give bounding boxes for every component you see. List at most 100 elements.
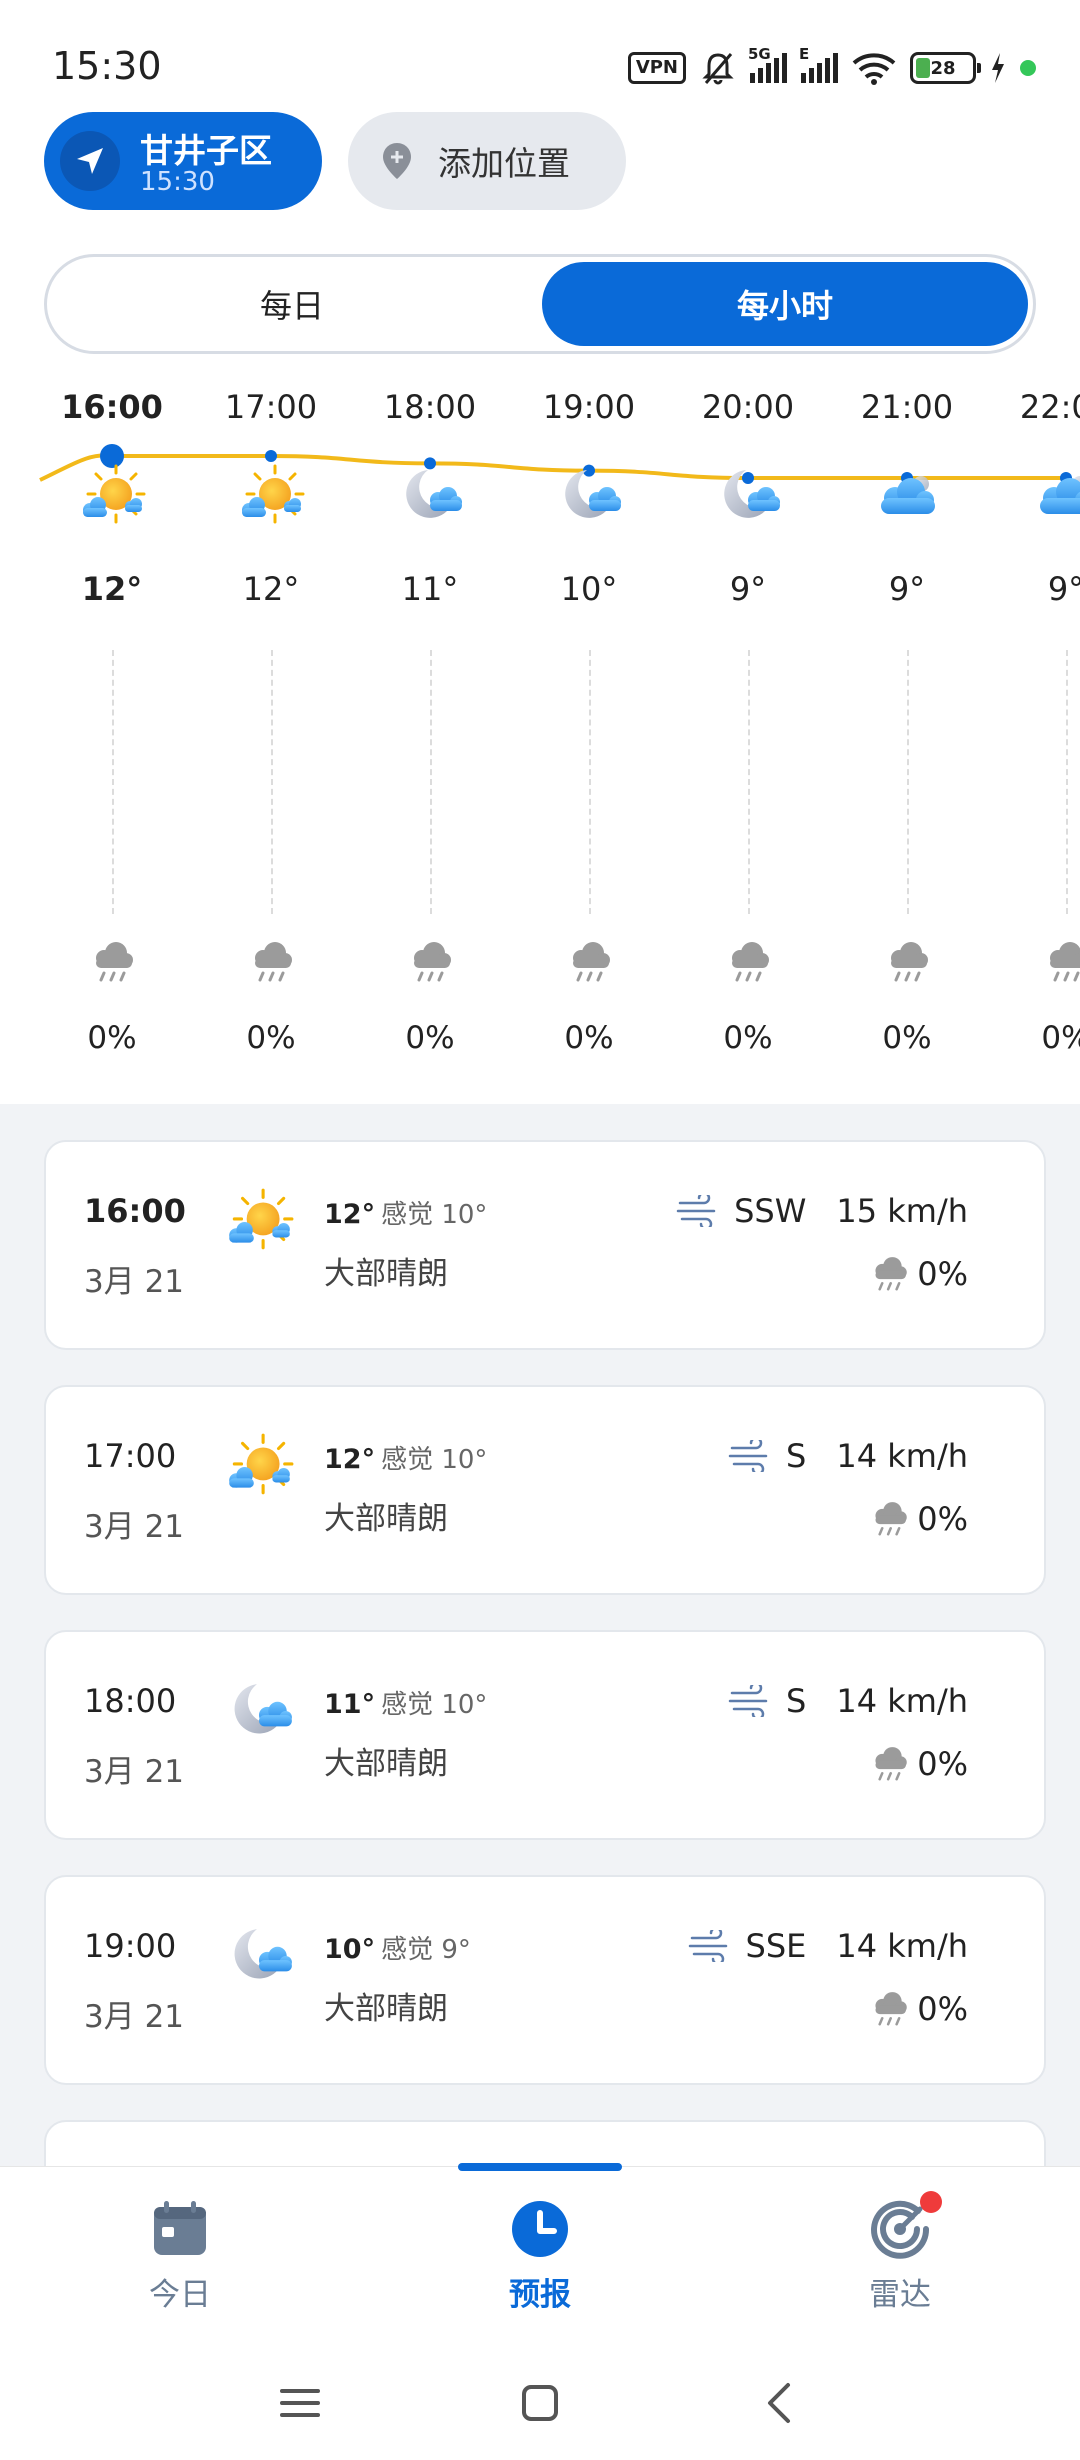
card-time: 17:00 <box>84 1437 177 1475</box>
radar-icon <box>868 2191 942 2261</box>
nav-today[interactable]: 今日 <box>80 2197 280 2314</box>
current-location-chip[interactable]: 甘井子区 15:30 <box>44 112 322 210</box>
card-precip-value: 0% <box>917 1745 968 1783</box>
status-icons: VPN 5G E 28 <box>627 45 1036 88</box>
partly-sunny-icon <box>76 460 148 532</box>
hour-precipitation: 0% <box>564 1020 614 1056</box>
bottom-navigation: 今日 预报 雷达 <box>0 2163 1080 2460</box>
hour-time: 18:00 <box>383 388 477 426</box>
card-precipitation: 0% <box>867 1742 968 1786</box>
nav-radar[interactable]: 雷达 <box>800 2191 1000 2314</box>
card-temperature: 12° 感觉 10° <box>324 1194 487 1231</box>
hourly-detail-card[interactable]: 16:00 3月 21 12° 感觉 10° 大部晴朗 SSW 15 km/h 0% <box>44 1140 1046 1350</box>
hour-time: 22:00 <box>1019 388 1080 426</box>
hour-time: 20:00 <box>701 388 795 426</box>
privacy-indicator-dot <box>1020 60 1036 76</box>
partly-sunny-icon <box>235 460 307 532</box>
card-description: 大部晴朗 <box>324 1746 448 1782</box>
card-wind: S 14 km/h <box>728 1682 968 1720</box>
card-temperature: 10° 感觉 9° <box>324 1929 471 1966</box>
card-time: 18:00 <box>84 1682 177 1720</box>
card-feels-like: 感觉 10° <box>381 1445 488 1475</box>
moon-cloud-icon <box>712 460 784 532</box>
active-tab-indicator <box>458 2163 622 2171</box>
moon-cloud-icon <box>394 460 466 532</box>
nav-today-label: 今日 <box>149 2277 211 2313</box>
hour-gridline <box>907 650 909 914</box>
hour-gridline <box>589 650 591 914</box>
hourly-detail-card-partial[interactable] <box>44 2120 1046 2166</box>
tab-hourly[interactable]: 每小时 <box>542 262 1028 346</box>
hourly-forecast-strip[interactable]: 16:00 12° 0% 17:00 12° 0% 18:00 11° 0% 19:00 10° 0%… <box>0 370 1080 1100</box>
hour-time: 19:00 <box>542 388 636 426</box>
rain-cloud-icon <box>867 1497 911 1541</box>
card-precip-value: 0% <box>917 1990 968 2028</box>
vpn-icon: VPN <box>627 52 686 84</box>
hour-gridline <box>1066 650 1068 914</box>
card-date: 3月 21 <box>84 1999 185 2035</box>
hour-time: 16:00 <box>61 388 163 426</box>
hour-gridline <box>112 650 114 914</box>
moon-cloud-icon <box>222 1674 296 1748</box>
home-icon[interactable] <box>510 2373 570 2433</box>
status-time: 15:30 <box>52 44 162 88</box>
cloud-icon <box>871 460 943 532</box>
card-temperature: 12° 感觉 10° <box>324 1439 487 1476</box>
card-description: 大部晴朗 <box>324 1256 448 1292</box>
card-temp-value: 11° <box>324 1689 376 1720</box>
card-wind-speed: 14 km/h <box>836 1927 968 1965</box>
nav-radar-label: 雷达 <box>869 2277 931 2313</box>
card-feels-like: 感觉 10° <box>381 1690 488 1720</box>
system-navigation-bar <box>0 2363 1080 2453</box>
card-description: 大部晴朗 <box>324 1991 448 2027</box>
partly-sunny-icon <box>222 1184 296 1258</box>
moon-cloud-icon <box>222 1919 296 1993</box>
signal-e-icon: E <box>799 45 838 83</box>
rain-cloud-icon <box>722 936 774 988</box>
hourly-detail-card[interactable]: 18:00 3月 21 11° 感觉 10° 大部晴朗 S 14 km/h 0% <box>44 1630 1046 1840</box>
wind-icon <box>728 1440 772 1472</box>
card-wind-direction: S <box>786 1682 807 1720</box>
hour-time: 17:00 <box>224 388 318 426</box>
moon-cloud-icon <box>553 460 625 532</box>
card-wind: S 14 km/h <box>728 1437 968 1475</box>
add-pin-icon <box>383 143 411 179</box>
add-location-button[interactable]: 添加位置 <box>348 112 626 210</box>
hourly-detail-card[interactable]: 17:00 3月 21 12° 感觉 10° 大部晴朗 S 14 km/h 0% <box>44 1385 1046 1595</box>
rain-cloud-icon <box>867 1742 911 1786</box>
calendar-icon <box>148 2197 212 2261</box>
card-wind-direction: SSE <box>745 1927 807 1965</box>
nav-forecast-label: 预报 <box>509 2277 571 2313</box>
hour-temperature: 12° <box>81 570 143 608</box>
card-wind: SSE 14 km/h <box>688 1927 968 1965</box>
hour-time: 21:00 <box>860 388 954 426</box>
location-time: 15:30 <box>140 167 215 197</box>
card-precipitation: 0% <box>867 1497 968 1541</box>
card-date: 3月 21 <box>84 1754 185 1790</box>
mute-bell-icon <box>702 53 734 85</box>
charging-icon <box>992 53 1004 83</box>
nav-forecast[interactable]: 预报 <box>440 2197 640 2314</box>
hour-precipitation: 0% <box>723 1020 773 1056</box>
hourly-details-list[interactable]: 16:00 3月 21 12° 感觉 10° 大部晴朗 SSW 15 km/h 0% 17:00… <box>0 1104 1080 2166</box>
hourly-detail-card[interactable]: 19:00 3月 21 10° 感觉 9° 大部晴朗 SSE 14 km/h 0% <box>44 1875 1046 2085</box>
status-bar: 15:30 VPN 5G E 28 <box>0 0 1080 110</box>
signal-5g-icon: 5G <box>748 45 787 83</box>
card-precip-value: 0% <box>917 1500 968 1538</box>
card-temperature: 11° 感觉 10° <box>324 1684 487 1721</box>
menu-icon[interactable] <box>270 2373 330 2433</box>
hour-precipitation: 0% <box>405 1020 455 1056</box>
location-name: 甘井子区 <box>140 131 272 170</box>
card-feels-like: 感觉 9° <box>381 1935 471 1965</box>
radar-alert-dot <box>920 2191 942 2213</box>
tab-daily[interactable]: 每日 <box>47 257 537 351</box>
hour-temperature: 9° <box>729 570 767 608</box>
card-description: 大部晴朗 <box>324 1501 448 1537</box>
battery-icon: 28 <box>910 52 981 84</box>
hour-temperature: 10° <box>560 570 618 608</box>
back-icon[interactable] <box>750 2373 810 2433</box>
hour-temperature: 9° <box>1047 570 1080 608</box>
hour-temperature: 12° <box>242 570 300 608</box>
card-temp-value: 12° <box>324 1444 376 1475</box>
rain-cloud-icon <box>86 936 138 988</box>
